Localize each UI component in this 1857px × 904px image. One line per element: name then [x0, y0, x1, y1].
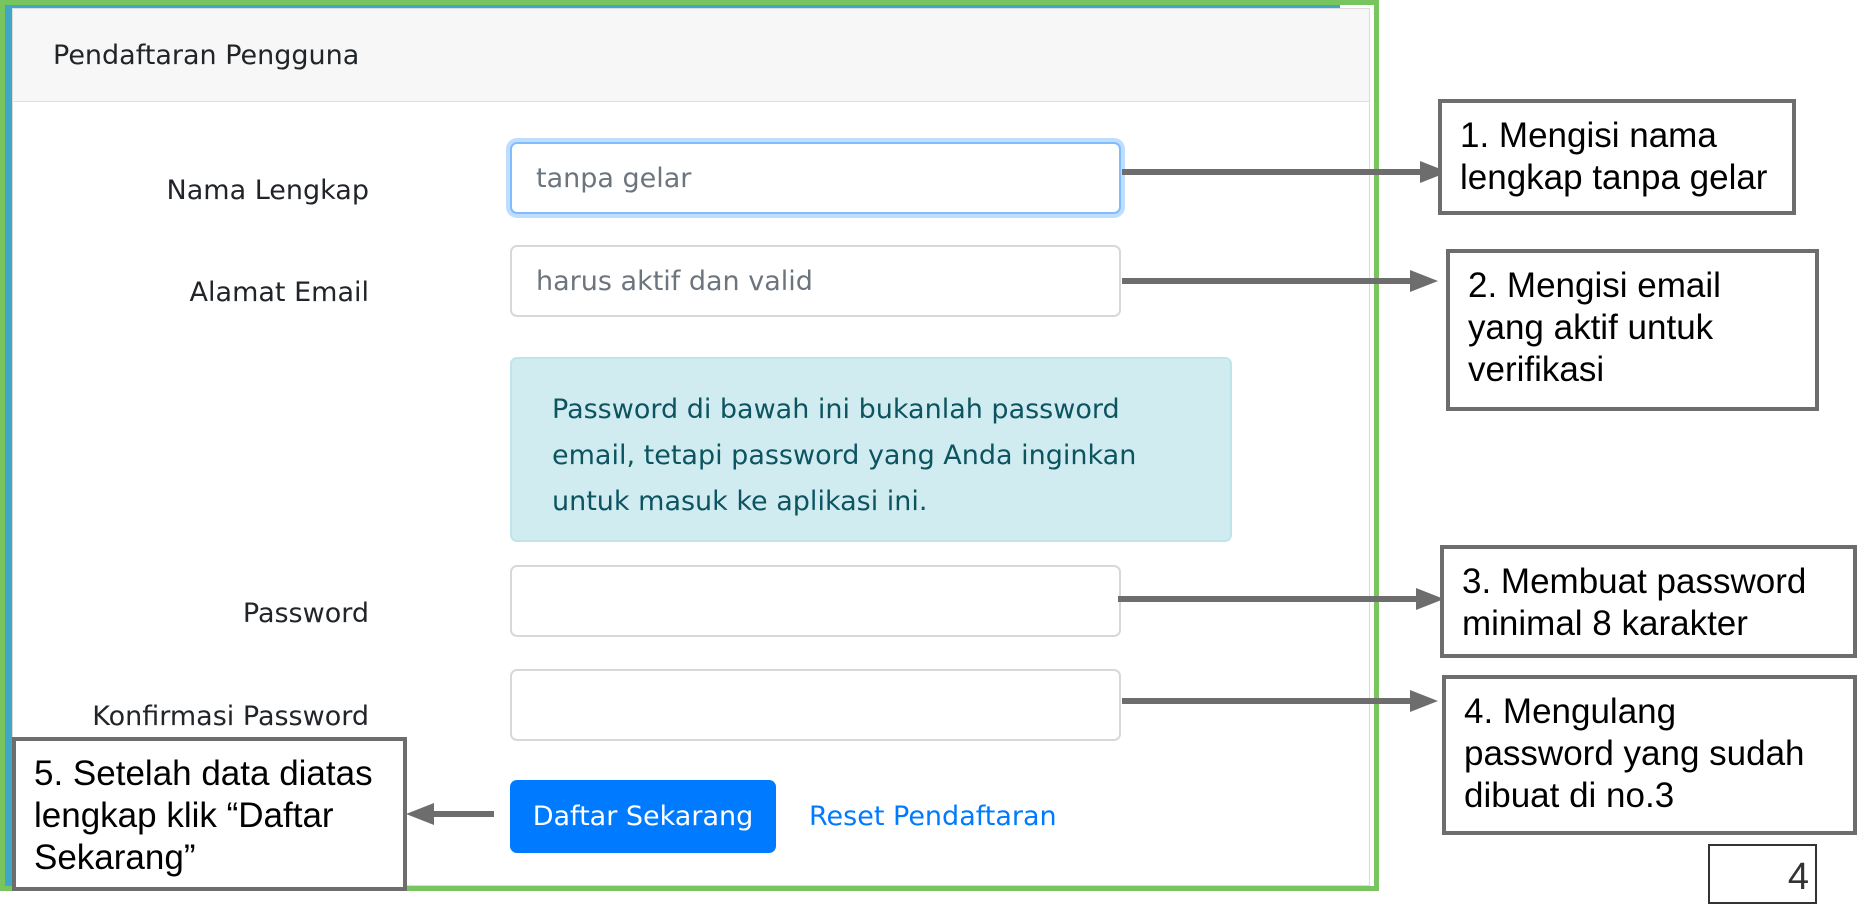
callout-4: 4. Mengulang password yang sudah dibuat …	[1442, 675, 1857, 835]
callout-1: 1. Mengisi nama lengkap tanpa gelar	[1438, 99, 1796, 215]
callout-3: 3. Membuat password minimal 8 karakter	[1440, 545, 1857, 658]
page-number: 4	[1708, 844, 1817, 904]
arrow-5-icon	[406, 803, 494, 825]
arrow-4-icon	[1122, 690, 1438, 712]
arrow-3-icon	[1118, 588, 1444, 610]
callout-2: 2. Mengisi email yang aktif untuk verifi…	[1446, 249, 1819, 411]
arrow-2-icon	[1122, 270, 1438, 292]
callout-5: 5. Setelah data diatas lengkap klik “Daf…	[12, 737, 407, 891]
arrow-1-icon	[1122, 161, 1448, 183]
